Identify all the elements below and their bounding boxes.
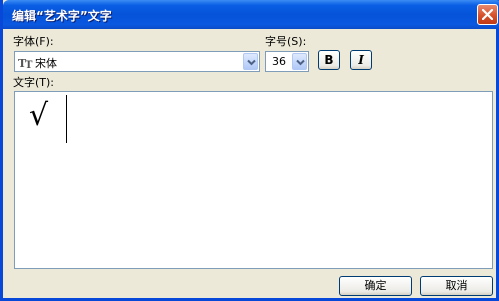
size-select[interactable]: 36 (265, 51, 309, 72)
bold-button[interactable]: B (318, 50, 340, 70)
font-dropdown-button[interactable] (243, 53, 258, 70)
size-value: 36 (272, 55, 286, 68)
cancel-button[interactable]: 取消 (420, 276, 493, 296)
title-bar[interactable]: 编辑“艺术字”文字 (3, 0, 499, 29)
chevron-down-icon (247, 59, 256, 66)
font-select[interactable]: T T 宋体 (14, 51, 260, 72)
italic-button[interactable]: I (350, 50, 372, 70)
size-label: 字号(S): (265, 35, 307, 48)
text-label: 文字(T): (13, 76, 55, 89)
text-caret (66, 95, 67, 143)
ok-button[interactable]: 确定 (339, 276, 412, 296)
text-content: √ (29, 98, 49, 133)
truetype-font-icon: T T (18, 57, 33, 69)
text-input[interactable]: √ (14, 91, 493, 269)
edit-wordart-dialog: 编辑“艺术字”文字 字体(F): T T 宋体 字号(S): 36 B I 文字… (0, 0, 499, 301)
font-label: 字体(F): (13, 35, 54, 48)
close-icon (482, 9, 493, 20)
size-dropdown-button[interactable] (292, 53, 307, 70)
svg-text:T: T (25, 60, 33, 69)
close-button[interactable] (477, 4, 498, 25)
window-title: 编辑“艺术字”文字 (12, 9, 112, 23)
font-value: 宋体 (35, 57, 57, 70)
chevron-down-icon (296, 59, 305, 66)
